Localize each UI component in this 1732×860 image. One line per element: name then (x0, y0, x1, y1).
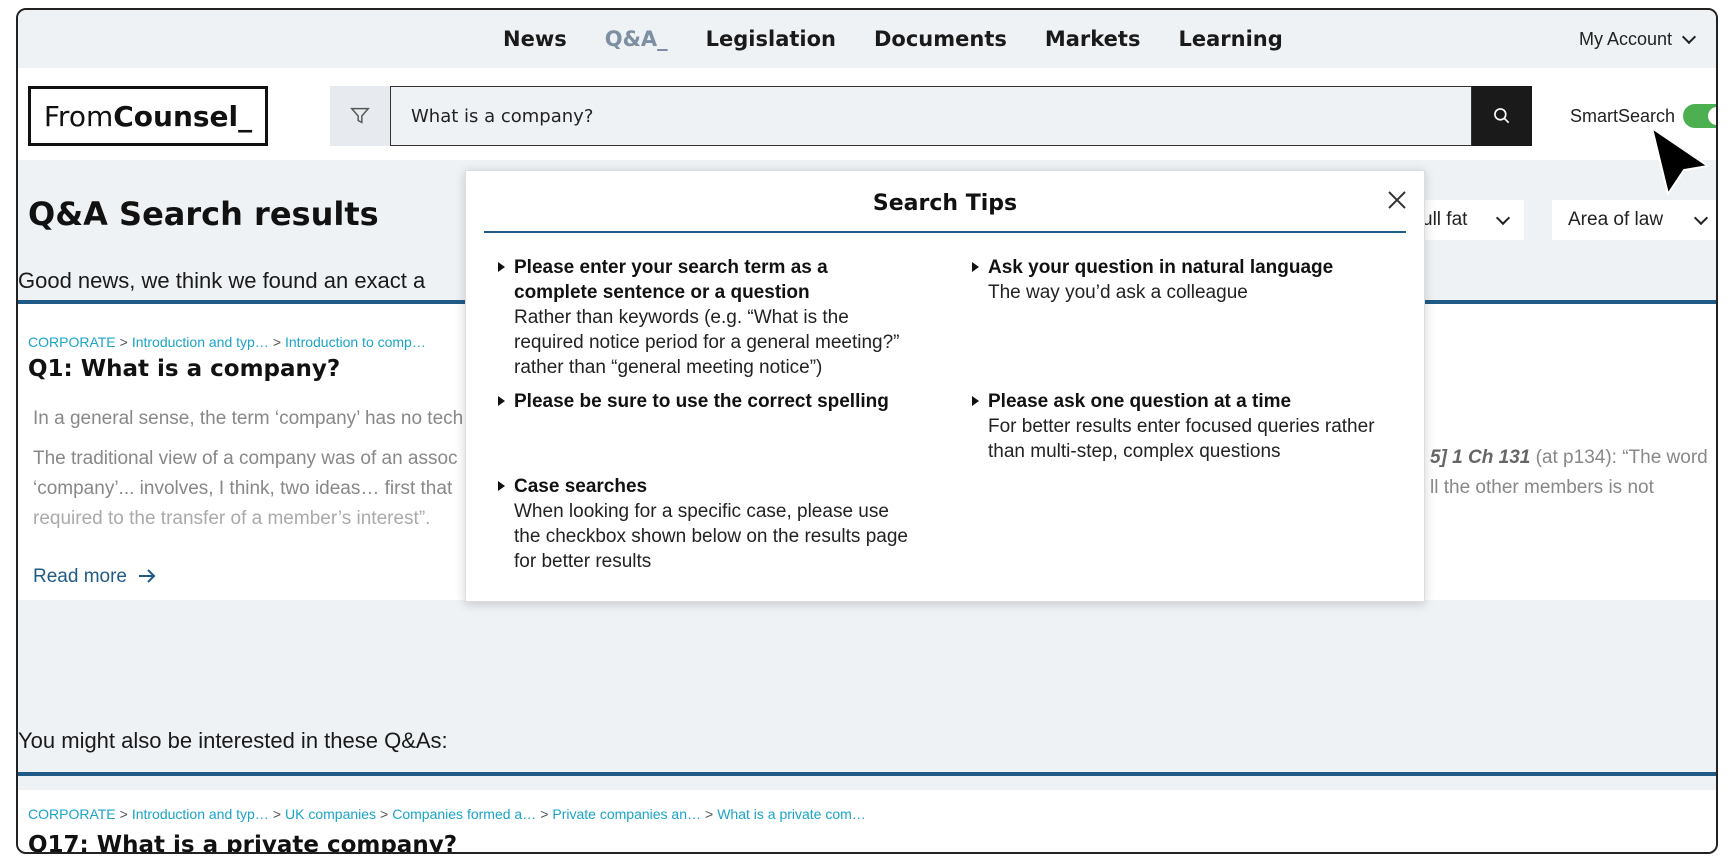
tip-case-searches: Case searches When looking for a specifi… (496, 474, 916, 574)
related-title[interactable]: Q17: What is a private company? (28, 832, 457, 852)
area-of-law-label: Area of law (1568, 209, 1664, 230)
tip-heading: Please be sure to use the correct spelli… (496, 389, 916, 414)
case-citation: 5] 1 Ch 131 (at p134): “The word (1430, 447, 1708, 469)
result-snippet-line: required to the transfer of a member’s i… (33, 508, 431, 529)
breadcrumb-item[interactable]: Introduction and typ… (132, 806, 269, 822)
chevron-down-icon (1681, 29, 1697, 44)
result-title[interactable]: Q1: What is a company? (28, 356, 340, 382)
breadcrumb-item[interactable]: CORPORATE (28, 334, 116, 350)
search-icon (1494, 108, 1510, 124)
read-more-label: Read more (33, 566, 127, 587)
tip-heading: Ask your question in natural language (970, 255, 1390, 280)
nav-links: News Q&A_ Legislation Documents Markets … (503, 10, 1283, 68)
result-snippet-line: ‘company’... involves, I think, two idea… (33, 478, 453, 499)
tip-spelling: Please be sure to use the correct spelli… (496, 389, 916, 414)
logo-light: From (43, 99, 114, 133)
top-nav: News Q&A_ Legislation Documents Markets … (18, 10, 1716, 68)
tip-body: When looking for a specific case, please… (514, 501, 908, 572)
browser-frame: News Q&A_ Legislation Documents Markets … (16, 8, 1718, 854)
filter-button[interactable] (330, 86, 390, 146)
breadcrumb-item[interactable]: UK companies (285, 806, 376, 822)
popup-divider (484, 231, 1406, 233)
citation-line: ll the other members is not (1430, 477, 1654, 498)
search-tips-popup: Search Tips Please enter your search ter… (465, 170, 1425, 602)
chevron-down-icon (1495, 210, 1511, 225)
smartsearch-label: SmartSearch (1570, 105, 1676, 126)
logo-bold: Counsel_ (113, 99, 253, 133)
nav-legislation[interactable]: Legislation (706, 27, 836, 51)
nav-qa[interactable]: Q&A_ (605, 27, 668, 51)
area-of-law-dropdown[interactable]: Area of law (1552, 200, 1716, 240)
close-icon[interactable] (1382, 185, 1412, 215)
result-snippet-line: The traditional view of a company was of… (33, 448, 458, 469)
tip-natural-language: Ask your question in natural language Th… (970, 255, 1390, 305)
chevron-down-icon (1693, 210, 1709, 225)
breadcrumb-item[interactable]: Companies formed a… (392, 806, 536, 822)
breadcrumb: CORPORATE > Introduction and typ… > Introduc… (28, 334, 426, 350)
my-account-menu[interactable]: My Account (1578, 10, 1697, 68)
search-box[interactable] (390, 86, 1472, 146)
breadcrumb-item[interactable]: Introduction and typ… (132, 334, 269, 350)
also-interested-heading: You might also be interested in these Q&… (18, 728, 448, 753)
divider (18, 772, 1716, 776)
my-account-label: My Account (1578, 28, 1672, 49)
citation-text: (at p134): “The word (1530, 447, 1708, 468)
related-card: CORPORATE > Introduction and typ… > UK compa… (18, 790, 1716, 852)
citation-ref: 5] 1 Ch 131 (1430, 447, 1531, 468)
search-row: FromCounsel_ SmartSearch (18, 68, 1716, 160)
tip-body: For better results enter focused queries… (988, 416, 1375, 462)
arrow-right-icon (139, 569, 156, 583)
tip-heading: Please ask one question at a time (970, 389, 1390, 414)
breadcrumb-item[interactable]: What is a private com… (717, 806, 866, 822)
tip-body: The way you’d ask a colleague (988, 282, 1248, 303)
breadcrumb-item[interactable]: CORPORATE (28, 806, 116, 822)
search-button[interactable] (1472, 86, 1532, 146)
tip-complete-sentence: Please enter your search term as a compl… (496, 255, 916, 380)
logo[interactable]: From Counsel_ (28, 86, 268, 146)
smartsearch-toggle[interactable] (1683, 104, 1716, 128)
filter-icon (350, 107, 370, 124)
nav-documents[interactable]: Documents (874, 27, 1007, 51)
popup-title: Search Tips (872, 191, 1018, 216)
search-input[interactable] (391, 87, 1471, 145)
tip-body: Rather than keywords (e.g. “What is the … (514, 307, 900, 378)
good-news-message: Good news, we think we found an exact a (18, 268, 426, 293)
tip-one-question: Please ask one question at a time For be… (970, 389, 1390, 464)
tip-heading: Please enter your search term as a compl… (496, 255, 916, 305)
breadcrumb-item[interactable]: Private companies an… (552, 806, 701, 822)
nav-markets[interactable]: Markets (1045, 27, 1141, 51)
results-title: Q&A Search results (28, 195, 379, 233)
mouse-cursor-icon (1650, 126, 1711, 197)
tip-heading: Case searches (496, 474, 916, 499)
nav-news[interactable]: News (503, 27, 567, 51)
read-more-link[interactable]: Read more (33, 566, 156, 588)
breadcrumb: CORPORATE > Introduction and typ… > UK compa… (28, 806, 866, 822)
result-snippet: In a general sense, the term ‘company’ h… (33, 408, 464, 429)
nav-learning[interactable]: Learning (1178, 27, 1282, 51)
filter-dropdown-label: ull fat (1422, 209, 1468, 230)
breadcrumb-item[interactable]: Introduction to comp… (285, 334, 426, 350)
